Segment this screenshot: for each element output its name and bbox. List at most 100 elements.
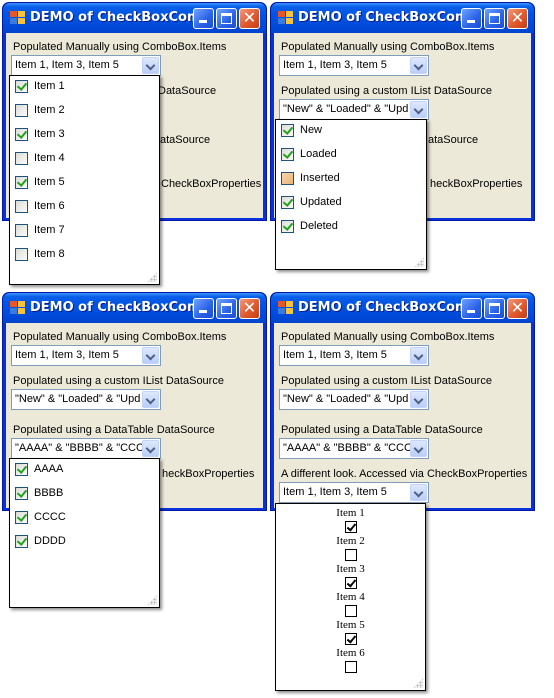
label-different-partial: CheckBoxProperties — [161, 178, 262, 190]
chevron-down-icon[interactable] — [410, 347, 427, 364]
item-label: DDDD — [34, 535, 66, 547]
window-title: DEMO of CheckBoxCom... — [30, 10, 216, 25]
checkbox[interactable] — [15, 487, 28, 500]
list-item[interactable]: Loaded — [276, 144, 426, 168]
checkbox[interactable] — [281, 124, 294, 137]
minimize-button[interactable] — [461, 298, 482, 319]
combo-manual[interactable]: Item 1, Item 3, Item 5 — [11, 345, 161, 366]
label-datatable: Populated using a DataTable DataSource — [13, 424, 215, 436]
maximize-button[interactable] — [216, 8, 237, 29]
dropdown-popup-ilist: New Loaded Inserted Updated Deleted — [275, 119, 427, 270]
list-item[interactable]: BBBB — [10, 483, 159, 507]
label-datatable-partial: ataSource — [428, 134, 479, 146]
chevron-down-icon[interactable] — [410, 440, 427, 457]
list-item[interactable]: AAAA — [10, 459, 159, 483]
resize-grip[interactable] — [413, 678, 423, 688]
chevron-down-icon[interactable] — [410, 391, 427, 408]
checkbox[interactable] — [344, 661, 357, 673]
maximize-icon — [221, 13, 232, 24]
checkbox[interactable] — [15, 104, 28, 117]
chevron-down-icon[interactable] — [142, 391, 159, 408]
title-bar[interactable]: DEMO of CheckBoxCom... ✕ — [3, 293, 266, 323]
combo-ilist[interactable]: "New" & "Loaded" & "Upd — [11, 389, 161, 410]
checkbox[interactable] — [15, 224, 28, 237]
combo-value: Item 1, Item 3, Item 5 — [283, 486, 387, 498]
combo-datatable[interactable]: "AAAA" & "BBBB" & "CCC — [279, 438, 429, 459]
close-button[interactable]: ✕ — [507, 8, 528, 29]
checkbox[interactable] — [281, 220, 294, 233]
maximize-icon — [221, 303, 232, 314]
checkbox[interactable] — [344, 577, 357, 589]
minimize-icon — [467, 20, 475, 23]
list-item[interactable]: Item 5 — [10, 172, 159, 196]
title-bar[interactable]: DEMO of CheckBoxCom... ✕ — [271, 293, 534, 323]
resize-grip[interactable] — [147, 272, 157, 282]
combo-different[interactable]: Item 1, Item 3, Item 5 — [279, 482, 429, 503]
title-bar[interactable]: DEMO of CheckBoxCom... ✕ — [3, 3, 266, 33]
combo-manual[interactable]: Item 1, Item 3, Item 5 — [279, 55, 429, 76]
label-different: A different look. Accessed via CheckBoxP… — [281, 468, 528, 480]
dropdown-popup-datatable: AAAA BBBB CCCC DDDD — [9, 458, 160, 608]
combo-ilist[interactable]: "New" & "Loaded" & "Upd — [279, 99, 429, 120]
combo-manual[interactable]: Item 1, Item 3, Item 5 — [279, 345, 429, 366]
maximize-button[interactable] — [216, 298, 237, 319]
combo-ilist[interactable]: "New" & "Loaded" & "Upd — [279, 389, 429, 410]
minimize-button[interactable] — [193, 298, 214, 319]
maximize-button[interactable] — [484, 8, 505, 29]
combo-manual[interactable]: Item 1, Item 3, Item 5 — [11, 55, 161, 76]
list-item-label: Item 4 — [336, 591, 365, 603]
close-button[interactable]: ✕ — [239, 8, 260, 29]
checkbox[interactable] — [281, 148, 294, 161]
dropdown-popup-manual: Item 1 Item 2 Item 3 Item 4 Item 5 Item … — [9, 75, 160, 285]
close-button[interactable]: ✕ — [507, 298, 528, 319]
list-item[interactable]: Item 4 — [10, 148, 159, 172]
chevron-down-icon[interactable] — [142, 440, 159, 457]
checkbox[interactable] — [15, 535, 28, 548]
checkbox[interactable] — [15, 176, 28, 189]
list-item[interactable]: New — [276, 120, 426, 144]
checkbox[interactable] — [344, 605, 357, 617]
checkbox[interactable] — [15, 511, 28, 524]
checkbox[interactable] — [15, 200, 28, 213]
list-item[interactable]: Item 3 — [10, 124, 159, 148]
list-item[interactable]: CCCC — [10, 507, 159, 531]
chevron-down-icon[interactable] — [410, 57, 427, 74]
checkbox[interactable] — [281, 196, 294, 209]
chevron-down-icon[interactable] — [142, 57, 159, 74]
checkbox[interactable] — [15, 152, 28, 165]
list-item[interactable]: Item 2 — [10, 100, 159, 124]
resize-grip[interactable] — [414, 257, 424, 267]
combo-value: Item 1, Item 3, Item 5 — [15, 59, 119, 71]
list-item[interactable]: Item 8 — [10, 244, 159, 268]
resize-grip[interactable] — [147, 595, 157, 605]
list-item[interactable]: Item 7 — [10, 220, 159, 244]
list-item[interactable]: DDDD — [10, 531, 159, 555]
minimize-button[interactable] — [461, 8, 482, 29]
title-bar[interactable]: DEMO of CheckBoxCom... ✕ — [271, 3, 534, 33]
checkbox[interactable] — [344, 549, 357, 561]
list-item[interactable]: Inserted — [276, 168, 426, 192]
app-icon — [278, 11, 294, 25]
chevron-down-icon[interactable] — [142, 347, 159, 364]
minimize-button[interactable] — [193, 8, 214, 29]
list-item[interactable]: Item 6 — [10, 196, 159, 220]
checkbox[interactable] — [344, 521, 357, 533]
item-label: Item 4 — [34, 152, 65, 164]
list-item[interactable]: Updated — [276, 192, 426, 216]
checkbox[interactable] — [15, 80, 28, 93]
checkbox[interactable] — [344, 633, 357, 645]
window-title: DEMO of CheckBoxCom... — [298, 300, 484, 315]
checkbox[interactable] — [15, 248, 28, 261]
item-label: Item 5 — [34, 176, 65, 188]
list-item[interactable]: Deleted — [276, 216, 426, 240]
dropdown-popup-different-look: Item 1 Item 2 Item 3 Item 4 Item 5 Item … — [275, 503, 426, 691]
combo-datatable[interactable]: "AAAA" & "BBBB" & "CCC — [11, 438, 161, 459]
chevron-down-icon[interactable] — [410, 101, 427, 118]
close-button[interactable]: ✕ — [239, 298, 260, 319]
checkbox[interactable] — [281, 172, 294, 185]
chevron-down-icon[interactable] — [410, 484, 427, 501]
maximize-button[interactable] — [484, 298, 505, 319]
list-item[interactable]: Item 1 — [10, 76, 159, 100]
checkbox[interactable] — [15, 463, 28, 476]
checkbox[interactable] — [15, 128, 28, 141]
